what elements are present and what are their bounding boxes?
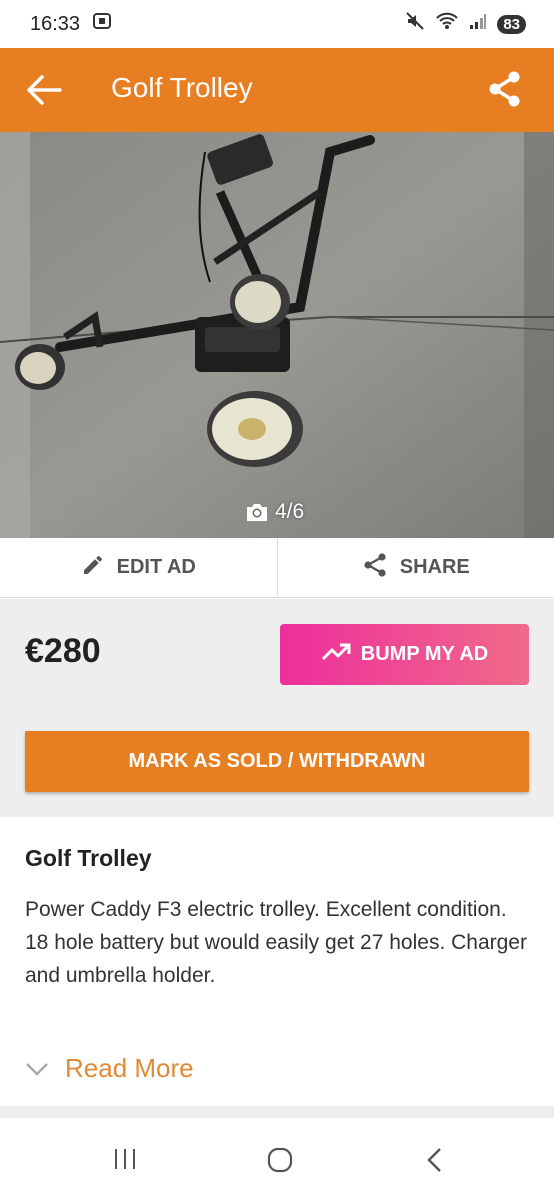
signal-icon [469,12,487,36]
page-title: Golf Trolley [111,72,253,103]
golf-trolley-image [0,132,554,538]
mute-icon [405,11,425,37]
mark-as-sold-button[interactable]: MARK AS SOLD / WITHDRAWN [25,731,529,792]
section-divider [0,1106,554,1118]
share-label: SHARE [399,556,470,578]
trending-up-icon [321,642,351,668]
edit-ad-button[interactable]: EDIT AD [0,538,277,597]
bump-label: BUMP MY AD [360,643,489,665]
back-icon[interactable] [424,1146,446,1179]
back-arrow-icon[interactable] [26,74,62,106]
recents-icon[interactable] [112,1146,138,1177]
bump-my-ad-button[interactable]: BUMP MY AD [280,624,529,685]
chevron-down-icon [25,1053,49,1084]
ad-actions: EDIT AD SHARE [0,538,554,598]
status-bar: 16:33 83 [0,0,554,48]
photo-counter-text: 4/6 [275,500,305,523]
edit-ad-label: EDIT AD [116,556,196,578]
listing-description: Power Caddy F3 electric trolley. Excelle… [25,898,527,987]
read-more-label: Read More [65,1053,194,1083]
listing-title: Golf Trolley [25,845,152,871]
description-section: Golf Trolley Power Caddy F3 electric tro… [0,817,554,1106]
share-button[interactable]: SHARE [276,538,554,597]
battery-indicator: 83 [497,14,526,34]
camera-icon [245,502,269,522]
home-icon[interactable] [266,1146,294,1179]
wifi-icon [435,11,459,37]
screenshot-icon [92,11,112,37]
pencil-icon [81,553,105,583]
photo-counter: 4/6 [245,500,304,524]
read-more-link[interactable]: Read More [25,1053,194,1084]
share-icon [362,552,388,584]
system-nav-bar [0,1118,554,1200]
status-time: 16:33 [30,12,81,35]
listing-photo[interactable]: 4/6 [0,132,554,538]
price: €280 [25,632,101,670]
price-section: €280 BUMP MY AD MARK AS SOLD / WITHDRAWN [0,599,554,817]
share-icon[interactable] [487,70,523,108]
app-bar: Golf Trolley [0,48,554,132]
